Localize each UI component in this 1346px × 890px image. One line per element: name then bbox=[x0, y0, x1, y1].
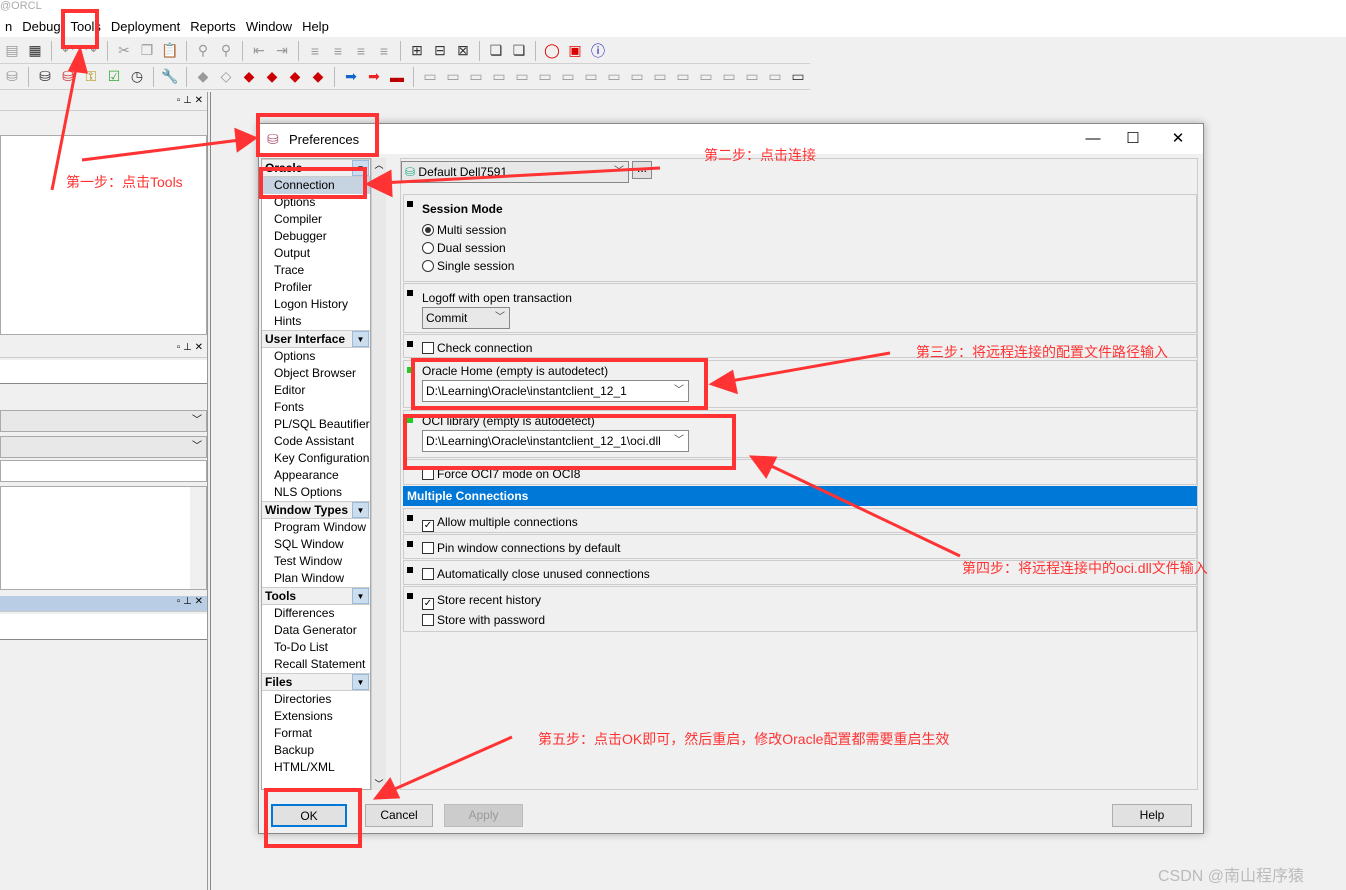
annotation-step2: 第二步：点击连接 bbox=[704, 147, 816, 163]
annotation-arrows bbox=[50, 45, 961, 800]
watermark: CSDN @南山程序猿 bbox=[1158, 868, 1305, 885]
annotation-step5: 第五步：点击OK即可，然后重启，修改Oracle配置都需要重启生效 bbox=[538, 731, 950, 747]
annotation-step4: 第四步：将远程连接中的oci.dll文件输入 bbox=[962, 560, 1208, 576]
annotation-step1: 第一步：点击Tools bbox=[66, 174, 183, 190]
annotation-step3: 第三步：将远程连接的配置文件路径输入 bbox=[916, 344, 1168, 360]
